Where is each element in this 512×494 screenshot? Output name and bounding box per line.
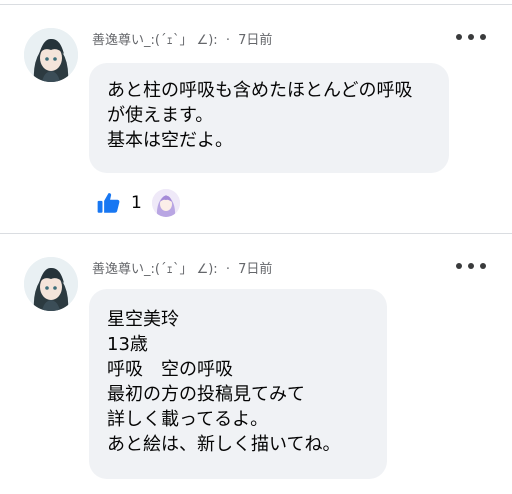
more-options-icon[interactable] (456, 259, 486, 273)
author-avatar[interactable] (24, 257, 78, 311)
comment-text-line: 13歳 (107, 334, 148, 355)
comment-text-line: あと柱の呼吸も含めたほとんどの呼吸 (107, 80, 413, 101)
comment-bubble: あと柱の呼吸も含めたほとんどの呼吸 が使えます。 基本は空だよ。 (89, 63, 449, 173)
comment-text-line: 呼吸 空の呼吸 (107, 359, 233, 380)
author-name[interactable]: 善逸尊い_:(´ｪ`」 ∠): (92, 262, 218, 277)
comment-text-line: 詳しく載ってるよ。 (107, 409, 269, 430)
comment-text-line: 最初の方の投稿見てみて (107, 384, 305, 405)
meta-separator: · (225, 33, 230, 48)
author-avatar[interactable] (24, 28, 78, 82)
reactor-avatar[interactable] (151, 189, 180, 217)
comment-text-line: 基本は空だよ。 (107, 130, 233, 151)
timestamp[interactable]: 7日前 (238, 33, 272, 48)
like-count[interactable]: 1 (131, 193, 142, 213)
thumbs-up-icon[interactable] (96, 190, 122, 216)
meta-separator: · (225, 262, 230, 277)
author-name[interactable]: 善逸尊い_:(´ｪ`」 ∠): (92, 33, 218, 48)
comment-1: 善逸尊い_:(´ｪ`」 ∠): · 7日前 あと柱の呼吸も含めたほとんどの呼吸 … (0, 0, 512, 232)
comment-text-line: 星空美玲 (107, 309, 179, 330)
comment-meta: 善逸尊い_:(´ｪ`」 ∠): · 7日前 (92, 258, 272, 277)
reactions-row: 1 (96, 187, 180, 219)
comment-meta: 善逸尊い_:(´ｪ`」 ∠): · 7日前 (92, 29, 272, 48)
comment-text-line: が使えます。 (107, 105, 214, 126)
comment-bubble: 星空美玲 13歳 呼吸 空の呼吸 最初の方の投稿見てみて 詳しく載ってるよ。 あ… (89, 289, 387, 479)
comment-2: 善逸尊い_:(´ｪ`」 ∠): · 7日前 星空美玲 13歳 呼吸 空の呼吸 最… (0, 234, 512, 494)
more-options-icon[interactable] (456, 30, 486, 44)
timestamp[interactable]: 7日前 (238, 262, 272, 277)
comment-text-line: あと絵は、新しく描いてね。 (107, 434, 341, 455)
